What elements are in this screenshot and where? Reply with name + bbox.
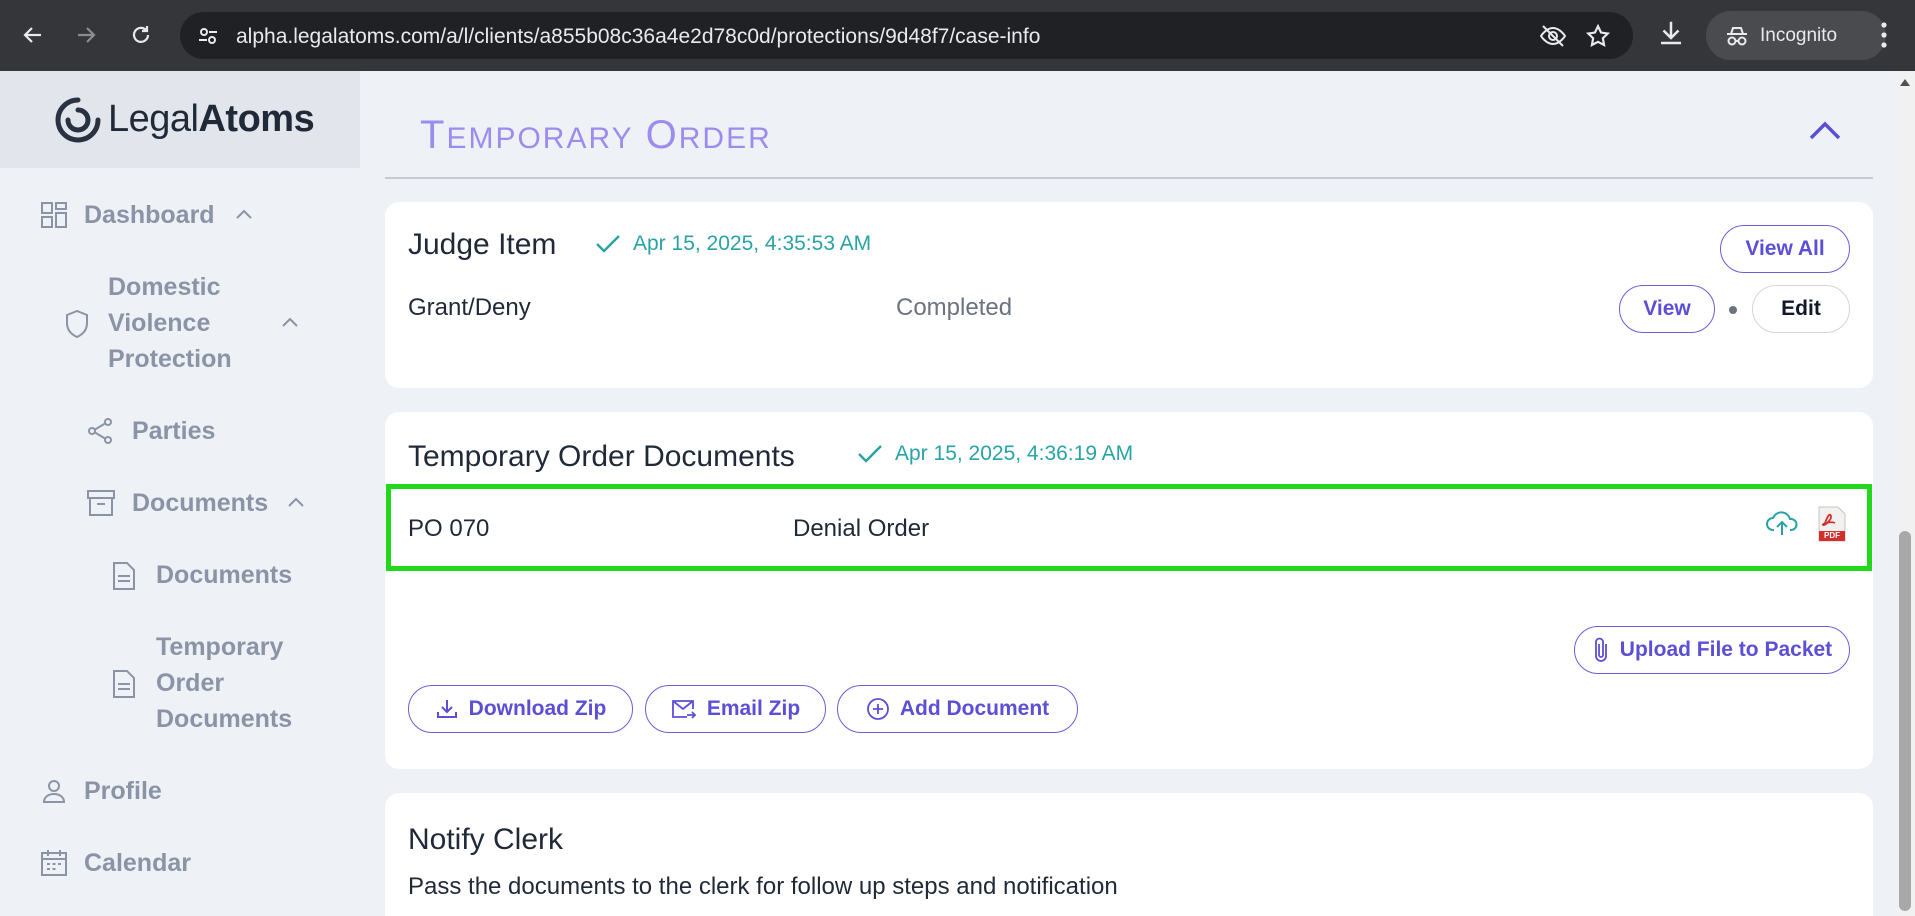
judge-item-title: Judge Item xyxy=(408,228,557,261)
document-icon xyxy=(113,562,135,590)
incognito-label: Incognito xyxy=(1760,24,1838,46)
download-zip-button[interactable]: Download Zip xyxy=(408,685,633,733)
main-content: Temporary Order Judge Item Apr 15, 2025,… xyxy=(360,71,1895,916)
logo[interactable]: LegalAtoms xyxy=(0,71,360,168)
site-settings-icon[interactable] xyxy=(196,24,220,53)
sidebar-label-parties: Parties xyxy=(132,417,216,445)
chevron-up-icon[interactable] xyxy=(234,207,254,221)
legalatoms-logo-icon xyxy=(55,97,101,142)
sidebar-label-calendar: Calendar xyxy=(84,849,191,877)
archive-box-icon xyxy=(87,490,115,516)
sidebar-label-temp-2: Order xyxy=(156,669,225,697)
sidebar-item-parties[interactable]: Parties xyxy=(86,413,215,449)
sidebar-label-dv-2: Violence xyxy=(108,309,211,337)
shield-icon xyxy=(66,309,88,339)
notify-clerk-description: Pass the documents to the clerk for foll… xyxy=(408,873,1118,900)
sidebar-label-temp-3: Documents xyxy=(156,705,293,733)
add-document-button[interactable]: Add Document xyxy=(837,685,1078,733)
temporary-order-documents-card: Temporary Order Documents Apr 15, 2025, … xyxy=(385,412,1873,769)
scroll-up-arrow-icon[interactable] xyxy=(1899,77,1911,87)
judge-item-timestamp: Apr 15, 2025, 4:35:53 AM xyxy=(595,232,871,256)
docs-card-timestamp: Apr 15, 2025, 4:36:19 AM xyxy=(857,442,1133,466)
back-icon[interactable] xyxy=(16,18,50,52)
sidebar-item-calendar[interactable]: Calendar xyxy=(40,845,191,881)
url-text[interactable]: alpha.legalatoms.com/a/l/clients/a855b08… xyxy=(236,25,1040,49)
tracking-protection-icon[interactable] xyxy=(1539,23,1567,54)
calendar-icon xyxy=(41,850,67,876)
kebab-menu-icon[interactable] xyxy=(1880,20,1888,55)
email-forward-icon xyxy=(671,700,697,719)
scrollbar[interactable] xyxy=(1895,71,1915,916)
scroll-thumb[interactable] xyxy=(1899,531,1911,911)
sidebar-item-documents-sub[interactable]: Documents xyxy=(112,557,292,593)
forward-icon[interactable] xyxy=(69,18,103,52)
chevron-up-icon[interactable] xyxy=(286,495,306,509)
user-icon xyxy=(42,780,66,803)
download-icon xyxy=(436,700,457,718)
highlight-box xyxy=(386,484,1872,571)
bookmark-star-icon[interactable] xyxy=(1585,23,1611,54)
share-nodes-icon xyxy=(88,418,112,444)
judge-row-status: Completed xyxy=(896,294,1013,321)
sidebar-item-domestic-violence-protection[interactable]: Domestic Violence Protection xyxy=(64,269,314,377)
judge-item-card: Judge Item Apr 15, 2025, 4:35:53 AM View… xyxy=(385,202,1873,388)
sidebar: LegalAtoms Dashboard Domestic Violence P… xyxy=(0,71,360,916)
judge-row-name: Grant/Deny xyxy=(408,294,531,321)
download-icon[interactable] xyxy=(1656,18,1686,53)
chevron-up-icon[interactable] xyxy=(280,315,300,329)
email-zip-button[interactable]: Email Zip xyxy=(645,685,826,733)
separator-dot xyxy=(1729,306,1737,314)
logo-text: LegalAtoms xyxy=(108,98,315,140)
reload-icon[interactable] xyxy=(124,18,158,52)
check-icon xyxy=(596,235,620,253)
view-all-button[interactable]: View All xyxy=(1720,225,1850,273)
upload-file-to-packet-button[interactable]: Upload File to Packet xyxy=(1574,626,1850,674)
plus-circle-icon xyxy=(866,698,889,720)
paperclip-icon xyxy=(1594,637,1607,662)
incognito-icon xyxy=(1727,26,1747,45)
sidebar-item-profile[interactable]: Profile xyxy=(40,773,162,809)
section-title-temporary-order: Temporary Order xyxy=(420,113,772,157)
check-icon xyxy=(858,445,882,463)
section-divider xyxy=(385,177,1873,179)
sidebar-item-dashboard[interactable]: Dashboard xyxy=(40,197,252,233)
sidebar-label-temp-1: Temporary xyxy=(156,633,284,661)
browser-chrome: alpha.legalatoms.com/a/l/clients/a855b08… xyxy=(0,0,1915,71)
docs-card-title: Temporary Order Documents xyxy=(408,440,795,473)
sidebar-label-documents-sub: Documents xyxy=(156,561,293,589)
document-icon xyxy=(113,670,135,698)
address-bar[interactable]: alpha.legalatoms.com/a/l/clients/a855b08… xyxy=(180,12,1633,59)
incognito-badge[interactable]: Incognito xyxy=(1706,11,1886,60)
sidebar-label-documents: Documents xyxy=(132,489,269,517)
sidebar-item-temporary-order-documents[interactable]: Temporary Order Documents xyxy=(112,629,342,737)
sidebar-item-documents[interactable]: Documents xyxy=(86,485,304,521)
edit-button[interactable]: Edit xyxy=(1752,285,1850,333)
sidebar-label-dv-3: Protection xyxy=(108,345,232,373)
sidebar-label-dv-1: Domestic xyxy=(108,273,221,301)
sidebar-label-profile: Profile xyxy=(84,777,162,805)
dashboard-grid-icon xyxy=(41,202,67,228)
view-button[interactable]: View xyxy=(1619,285,1715,333)
sidebar-label-dashboard: Dashboard xyxy=(84,201,215,229)
notify-clerk-title: Notify Clerk xyxy=(408,823,564,856)
notify-clerk-card: Notify Clerk Pass the documents to the c… xyxy=(385,793,1873,916)
section-collapse-chevron-icon[interactable] xyxy=(1808,119,1842,141)
